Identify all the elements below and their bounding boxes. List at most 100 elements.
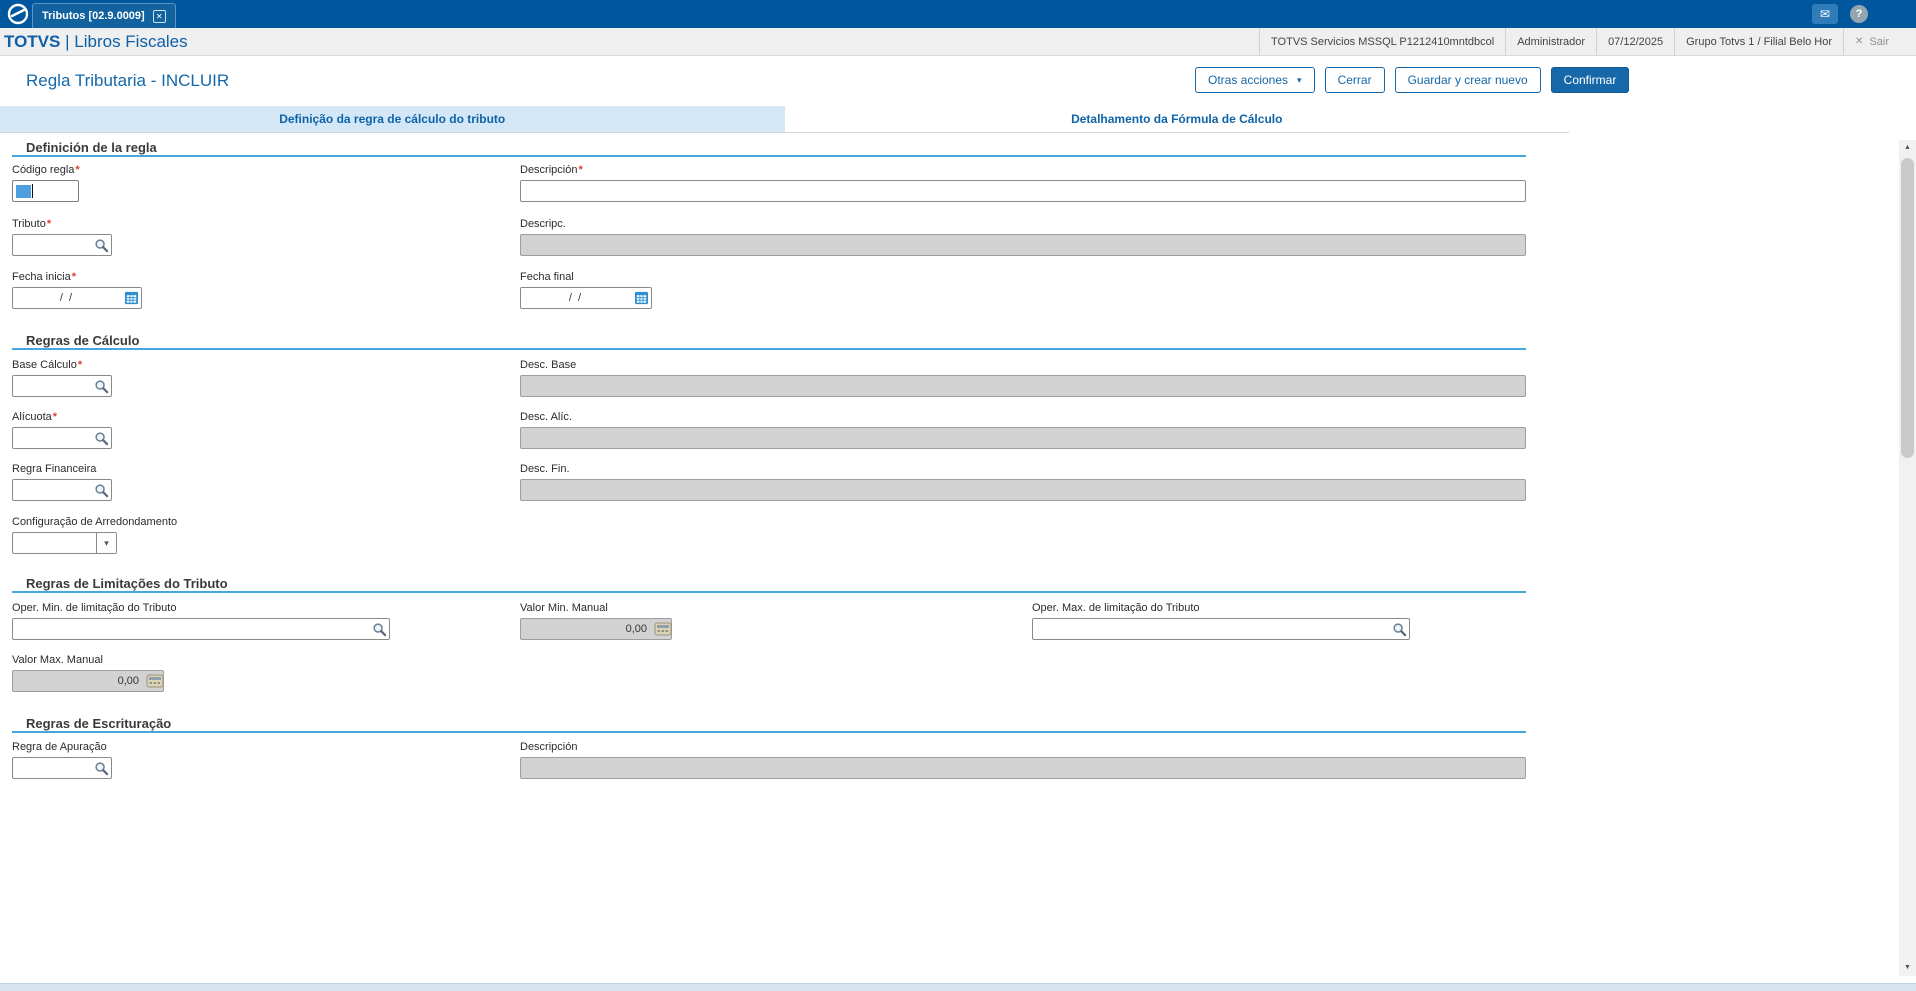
help-icon[interactable]: ? (1850, 5, 1868, 23)
text-selection (16, 184, 31, 198)
valor-min-input (520, 618, 672, 640)
label-text: Tributo (12, 218, 46, 230)
fecha-final-input[interactable] (520, 287, 652, 309)
field-config-arredondamento: Configuração de Arredondamento ▾ (12, 516, 177, 554)
config-arredondamento-label: Configuração de Arredondamento (12, 516, 177, 528)
descripcion-escrituracao-label: Descripción (520, 741, 1526, 753)
oper-min-input[interactable] (12, 618, 390, 640)
magnifier-icon[interactable] (94, 238, 109, 253)
brand-separator: | (65, 31, 70, 51)
desc-alic-input (520, 427, 1526, 449)
label-text: Regra Financeira (12, 463, 97, 475)
label-text: Regra de Apuração (12, 741, 107, 753)
tributo-label: Tributo* (12, 218, 112, 230)
label-text: Valor Max. Manual (12, 654, 103, 666)
label-text: Alícuota (12, 411, 52, 423)
required-marker: * (578, 164, 583, 176)
desc-base-input (520, 375, 1526, 397)
magnifier-icon[interactable] (372, 622, 387, 637)
section-title-regras-calculo: Regras de Cálculo (26, 333, 140, 348)
required-marker: * (75, 164, 80, 176)
label-text: Descripción (520, 164, 578, 176)
field-desc-base: Desc. Base (520, 359, 1526, 397)
field-base-calculo: Base Cálculo* (12, 359, 112, 397)
label-text: Valor Min. Manual (520, 602, 608, 614)
calendar-icon[interactable] (634, 290, 649, 305)
base-calculo-label: Base Cálculo* (12, 359, 112, 371)
app-header: TOTVS | Libros Fiscales TOTVS Servicios … (0, 28, 1916, 56)
scroll-up-icon[interactable]: ▲ (1899, 140, 1916, 156)
label-text: Desc. Base (520, 359, 577, 371)
scroll-down-icon[interactable]: ▼ (1899, 960, 1916, 976)
logout-x-icon: ✕ (1855, 36, 1864, 47)
field-desc-alic: Desc. Alíc. (520, 411, 1526, 449)
codigo-regla-input[interactable] (12, 180, 79, 202)
other-actions-button[interactable]: Otras acciones ▾ (1195, 67, 1315, 93)
window-tab-label: Tributos [02.9.0009] (42, 10, 145, 22)
fecha-inicia-label: Fecha inicia* (12, 271, 142, 283)
field-valor-max: Valor Max. Manual (12, 654, 164, 692)
toolbar-buttons: Otras acciones ▾ Cerrar Guardar y crear … (1195, 67, 1630, 93)
field-codigo-regla: Código regla* (12, 164, 80, 202)
oper-max-input[interactable] (1032, 618, 1410, 640)
totvs-logo-icon (7, 3, 29, 30)
section-title-limitacoes: Regras de Limitações do Tributo (26, 576, 228, 591)
descripcion-escrituracao-input (520, 757, 1526, 779)
tabstrip: Definição da regra de cálculo do tributo… (0, 106, 1569, 133)
magnifier-icon[interactable] (1392, 622, 1407, 637)
caret-down-icon: ▾ (1297, 74, 1302, 85)
header-info: TOTVS Servicios MSSQL P1212410mntdbcol A… (1259, 28, 1900, 55)
desc-fin-label: Desc. Fin. (520, 463, 1526, 475)
magnifier-icon[interactable] (94, 483, 109, 498)
save-and-new-button[interactable]: Guardar y crear nuevo (1394, 67, 1541, 93)
horizontal-scrollbar[interactable] (0, 983, 1916, 991)
fecha-inicia-input[interactable] (12, 287, 142, 309)
close-tab-icon[interactable]: ✕ (152, 9, 166, 23)
descripcion-input[interactable] (520, 180, 1526, 202)
label-text: Desc. Alíc. (520, 411, 572, 423)
label-text: Fecha inicia (12, 271, 71, 283)
magnifier-icon[interactable] (94, 379, 109, 394)
field-valor-min: Valor Min. Manual (520, 602, 672, 640)
calculator-icon (146, 674, 164, 688)
label-text: Oper. Max. de limitação do Tributo (1032, 602, 1200, 614)
desc-alic-label: Desc. Alíc. (520, 411, 1526, 423)
desc-fin-input (520, 479, 1526, 501)
field-regra-apuracao: Regra de Apuração (12, 741, 112, 779)
calendar-icon[interactable] (124, 290, 139, 305)
label-text: Configuração de Arredondamento (12, 516, 178, 528)
mail-icon[interactable]: ✉ (1812, 4, 1838, 24)
label-text: Fecha final (520, 271, 574, 283)
other-actions-label: Otras acciones (1208, 73, 1289, 87)
regra-financeira-label: Regra Financeira (12, 463, 112, 475)
label-text: Desc. Fin. (520, 463, 570, 475)
fecha-final-label: Fecha final (520, 271, 652, 283)
form-regla-tributaria: Definición de la regla Código regla* Des… (0, 133, 1899, 983)
magnifier-icon[interactable] (94, 761, 109, 776)
section-divider (12, 348, 1526, 350)
section-title-escrituracao: Regras de Escrituração (26, 716, 172, 731)
field-desc-fin: Desc. Fin. (520, 463, 1526, 501)
vertical-scrollbar[interactable]: ▲ ▼ (1899, 140, 1916, 976)
field-fecha-inicia: Fecha inicia* (12, 271, 142, 309)
label-text: Descripción (520, 741, 578, 753)
close-button[interactable]: Cerrar (1324, 67, 1385, 93)
section-divider (12, 155, 1526, 157)
desc-base-label: Desc. Base (520, 359, 1526, 371)
confirm-button[interactable]: Confirmar (1550, 67, 1630, 93)
section-divider (12, 591, 1526, 593)
page-title: Regla Tributaria - INCLUIR (26, 71, 230, 90)
scrollbar-thumb[interactable] (1901, 158, 1914, 458)
logout-button[interactable]: ✕ Sair (1843, 28, 1900, 55)
date-info: 07/12/2025 (1596, 28, 1674, 55)
magnifier-icon[interactable] (94, 431, 109, 446)
field-alicuota: Alícuota* (12, 411, 112, 449)
chevron-down-icon[interactable]: ▾ (96, 533, 116, 553)
tab-detalhamento-formula[interactable]: Detalhamento da Fórmula de Cálculo (785, 106, 1570, 132)
field-descripcion-escrituracao: Descripción (520, 741, 1526, 779)
descripcion-label: Descripción* (520, 164, 1526, 176)
section-title-definicion: Definición de la regla (26, 140, 157, 155)
field-descripc: Descripc. (520, 218, 1526, 256)
tab-definicao-regra[interactable]: Definição da regra de cálculo do tributo (0, 106, 785, 132)
window-tab-tributos[interactable]: Tributos [02.9.0009] ✕ (32, 3, 176, 28)
